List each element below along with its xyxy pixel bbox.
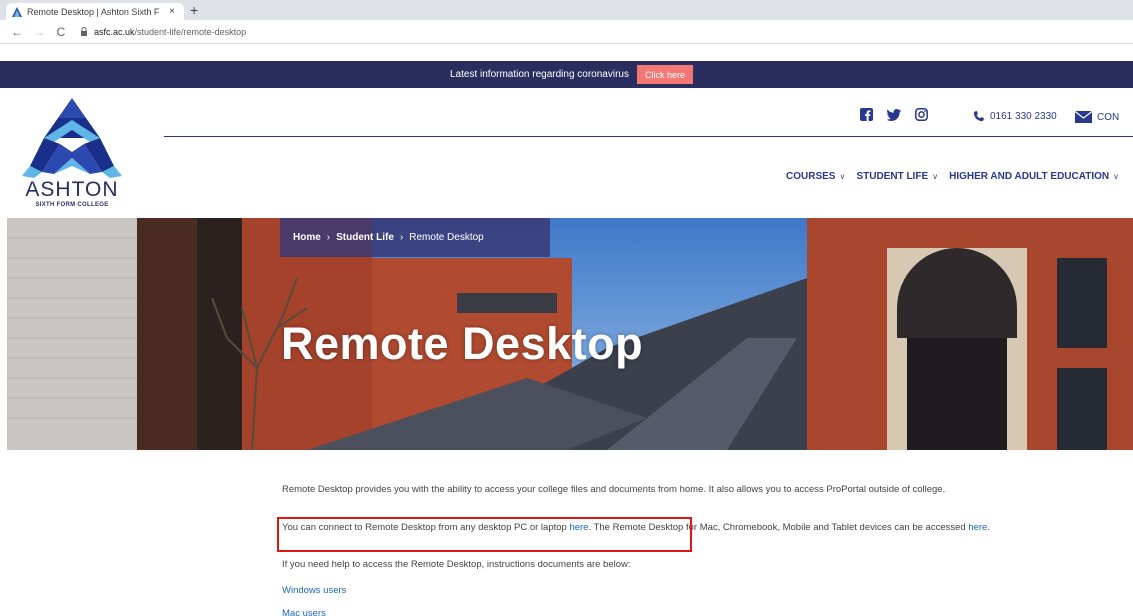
back-arrow-icon[interactable]: ←	[8, 25, 26, 39]
facebook-icon[interactable]	[860, 108, 873, 121]
new-tab-button[interactable]: +	[190, 2, 198, 18]
ashton-logo[interactable]: ASHTON SIXTH FORM COLLEGE	[12, 96, 132, 214]
contact-link[interactable]: CON	[1075, 111, 1119, 123]
twitter-icon[interactable]	[887, 108, 901, 121]
annotation-highlight-box	[277, 517, 692, 552]
hero-banner: Home › Student Life › Remote Desktop Rem…	[7, 218, 1133, 450]
help-paragraph: If you need help to access the Remote De…	[282, 559, 631, 570]
browser-tab-bar: Remote Desktop | Ashton Sixth F × +	[0, 0, 1133, 20]
ashton-logo-mark-icon	[22, 98, 122, 178]
browser-address-bar: ← → C asfc.ac.uk/student-life/remote-des…	[0, 20, 1133, 44]
breadcrumb-current: Remote Desktop	[409, 232, 484, 243]
notice-text: Latest information regarding coronavirus	[450, 69, 629, 80]
mac-users-link[interactable]: Mac users	[282, 607, 326, 616]
main-navigation: COURSES v STUDENT LIFE v HIGHER AND ADUL…	[786, 171, 1130, 182]
breadcrumb-student-life[interactable]: Student Life	[336, 232, 394, 243]
intro-paragraph: Remote Desktop provides you with the abi…	[282, 484, 946, 495]
nav-item-student-life[interactable]: STUDENT LIFE v	[856, 171, 937, 182]
page: Remote Desktop | Ashton Sixth F × + ← → …	[0, 0, 1133, 616]
logo-subtitle: SIXTH FORM COLLEGE	[35, 202, 109, 208]
nav-item-label: COURSES	[786, 171, 836, 182]
contact-label: CON	[1097, 111, 1120, 123]
url-input[interactable]: asfc.ac.uk/student-life/remote-desktop	[80, 27, 246, 37]
phone-icon	[973, 111, 984, 122]
url-path: /student-life/remote-desktop	[134, 26, 247, 37]
nav-item-higher-adult-education[interactable]: HIGHER AND ADULT EDUCATION v	[949, 171, 1118, 182]
connect-text-c: .	[987, 522, 990, 533]
nav-item-label: HIGHER AND ADULT EDUCATION	[949, 171, 1110, 182]
site-header: ASHTON SIXTH FORM COLLEGE 0161 330 2330	[0, 88, 1133, 218]
nav-item-courses[interactable]: COURSES v	[786, 171, 844, 182]
windows-users-link[interactable]: Windows users	[282, 584, 346, 597]
click-here-button[interactable]: Click here	[636, 65, 693, 84]
chevron-down-icon: v	[1114, 172, 1119, 181]
breadcrumb-home[interactable]: Home	[293, 232, 321, 243]
chevron-down-icon: v	[933, 172, 938, 181]
coronavirus-notice-bar: Latest information regarding coronavirus…	[0, 61, 1133, 88]
browser-tab[interactable]: Remote Desktop | Ashton Sixth F ×	[6, 3, 184, 20]
logo-name: ASHTON	[25, 178, 119, 201]
lock-icon	[81, 27, 87, 36]
tab-title: Remote Desktop | Ashton Sixth F	[27, 6, 160, 17]
breadcrumb-separator: ›	[326, 232, 331, 243]
phone-link[interactable]: 0161 330 2330	[973, 111, 1057, 122]
reload-icon[interactable]: C	[52, 25, 70, 39]
envelope-icon	[1075, 111, 1092, 123]
breadcrumb-separator: ›	[399, 232, 404, 243]
tab-close-icon[interactable]: ×	[166, 6, 178, 17]
chevron-down-icon: v	[840, 172, 845, 181]
ashton-favicon-icon	[12, 6, 22, 17]
social-links	[860, 108, 942, 121]
phone-number: 0161 330 2330	[990, 111, 1057, 122]
mac-mobile-here-link[interactable]: here	[968, 522, 987, 533]
instagram-icon[interactable]	[915, 108, 928, 121]
breadcrumb: Home › Student Life › Remote Desktop	[280, 218, 550, 257]
url-domain: asfc.ac.uk	[94, 26, 135, 37]
forward-arrow-icon[interactable]: →	[30, 25, 48, 39]
nav-item-label: STUDENT LIFE	[856, 171, 929, 182]
page-title: Remote Desktop	[281, 318, 644, 369]
header-divider	[164, 136, 1133, 137]
